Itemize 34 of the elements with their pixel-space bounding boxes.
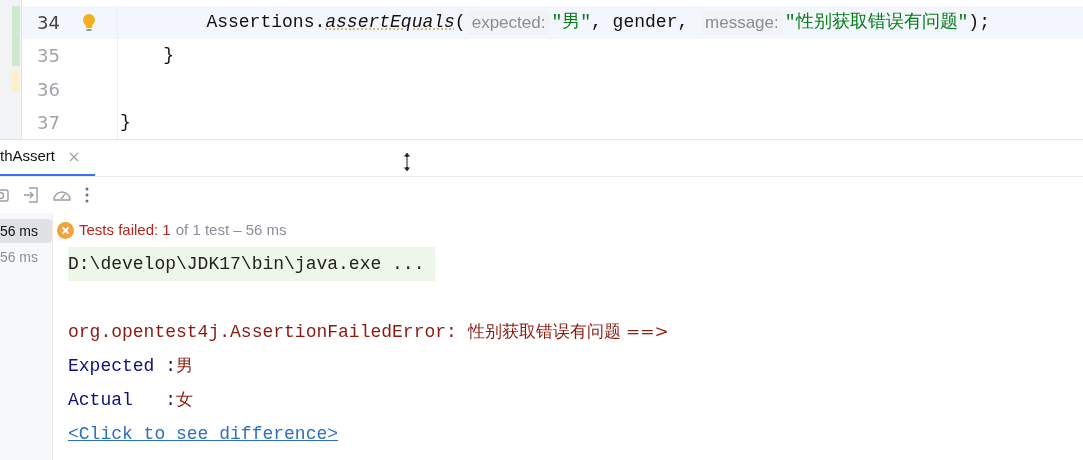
difference-link[interactable]: <Click to see difference> xyxy=(68,420,339,448)
string-literal: "男" xyxy=(551,11,591,35)
code-text: ); xyxy=(968,11,990,35)
status-detail: of 1 test – 56 ms xyxy=(175,219,287,240)
field-label: Actual : xyxy=(68,388,177,412)
field-value: 女 xyxy=(176,388,194,412)
error-icon xyxy=(57,221,74,239)
parameter-hint: expected: xyxy=(467,9,550,36)
resize-cursor-icon xyxy=(401,151,414,173)
import-icon[interactable] xyxy=(22,186,40,204)
test-duration[interactable]: 56 ms xyxy=(0,219,52,243)
code-text: Assertions. xyxy=(205,11,326,35)
change-marker xyxy=(12,70,20,92)
status-text: Tests failed: 1 xyxy=(79,219,171,240)
line-number: 34 xyxy=(37,12,60,34)
change-marker xyxy=(12,6,20,66)
parameter-hint: message: xyxy=(701,9,783,36)
line-number: 37 xyxy=(37,111,60,133)
lightbulb-icon[interactable] xyxy=(81,12,96,33)
string-literal: "性别获取错误有问题" xyxy=(784,11,969,35)
code-text: , gender, xyxy=(591,11,690,35)
line-number: 35 xyxy=(37,45,60,67)
tab[interactable]: thAssert xyxy=(0,139,96,176)
line-number: 36 xyxy=(37,78,60,100)
close-icon[interactable] xyxy=(69,151,80,162)
method-name: assertEquals xyxy=(325,11,455,35)
field-value: 男 xyxy=(176,354,194,378)
error-message: 性别获取错误有问题 ==> xyxy=(467,320,669,344)
field-label: Expected : xyxy=(68,354,177,378)
code-text: } xyxy=(120,110,131,134)
code-text: } xyxy=(162,44,174,68)
error-class: org.opentest4j.AssertionFailedError: xyxy=(68,320,458,344)
code-text: ( xyxy=(454,11,466,35)
more-icon[interactable] xyxy=(84,186,90,204)
